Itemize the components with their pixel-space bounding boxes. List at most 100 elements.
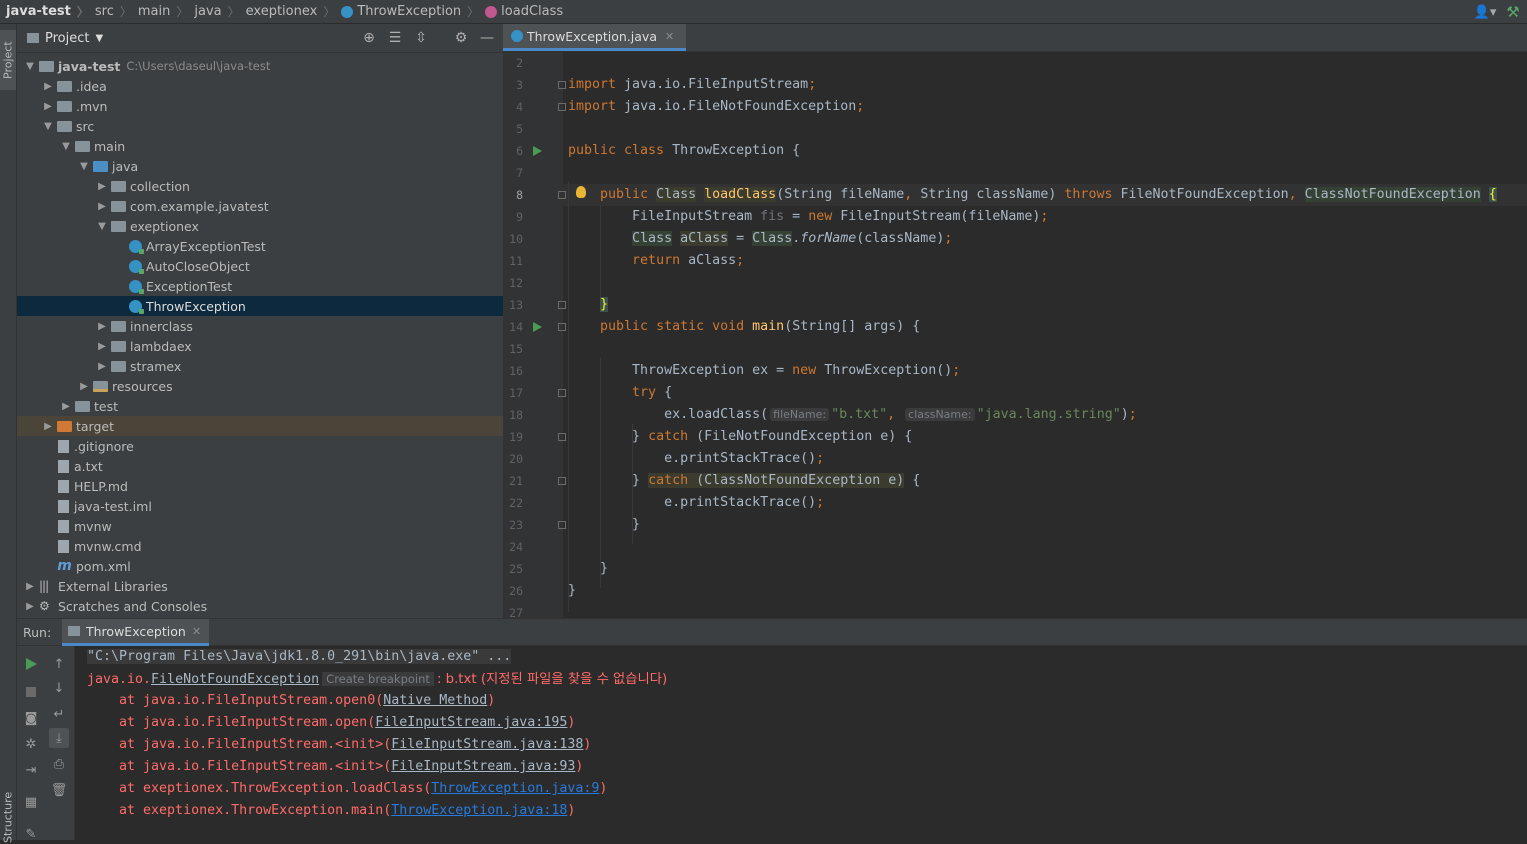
minimize-icon[interactable]: —	[477, 28, 497, 48]
tree-item[interactable]: ▶ target	[17, 416, 503, 436]
print-icon[interactable]: ⎙	[49, 754, 69, 774]
exception-class-link[interactable]: FileNotFoundException	[151, 672, 319, 687]
chevron-right-icon[interactable]: ▶	[95, 321, 109, 332]
chevron-down-icon[interactable]: ▼	[41, 121, 55, 132]
tree-item[interactable]: ▶ ⚙ Scratches and Consoles	[17, 596, 503, 616]
fold-marker-icon[interactable]	[558, 301, 566, 309]
project-view-selector[interactable]: Project ▼	[27, 31, 103, 46]
chevron-right-icon[interactable]: ▶	[95, 361, 109, 372]
trace-source-link[interactable]: ThrowException.java:9	[431, 781, 599, 796]
breadcrumb-main[interactable]: main 〉	[132, 3, 189, 20]
tree-item[interactable]: ▼ exeptionex	[17, 216, 503, 236]
chevron-right-icon[interactable]: ▶	[41, 101, 55, 112]
fold-marker-icon[interactable]	[558, 477, 566, 485]
tree-item[interactable]: ExceptionTest	[17, 276, 503, 296]
chevron-right-icon[interactable]: ▶	[41, 421, 55, 432]
fold-marker-icon[interactable]	[558, 433, 566, 441]
breadcrumb-java[interactable]: java 〉	[188, 3, 239, 20]
fold-marker-icon[interactable]	[558, 521, 566, 529]
create-breakpoint-hint[interactable]: Create breakpoint	[322, 672, 434, 686]
rerun-icon[interactable]	[21, 654, 41, 674]
tree-item[interactable]: ▶ test	[17, 396, 503, 416]
locate-icon[interactable]: ⊕	[359, 28, 379, 48]
tree-item[interactable]: ▶ lambdaex	[17, 336, 503, 356]
tree-item[interactable]: mvnw.cmd	[17, 536, 503, 556]
tree-item[interactable]: java-test.iml	[17, 496, 503, 516]
chevron-down-icon[interactable]: ▼	[95, 221, 109, 232]
breadcrumb-package[interactable]: exeptionex 〉	[240, 3, 336, 20]
fold-marker-icon[interactable]	[558, 389, 566, 397]
tree-item[interactable]: a.txt	[17, 456, 503, 476]
expand-all-icon[interactable]: ☰	[385, 28, 405, 48]
project-tool-tab[interactable]: Project	[0, 30, 16, 90]
chevron-right-icon[interactable]: ▶	[23, 581, 37, 592]
chevron-right-icon[interactable]: ▶	[95, 201, 109, 212]
tree-item[interactable]: ArrayExceptionTest	[17, 236, 503, 256]
camera-icon[interactable]: ◙	[21, 708, 41, 728]
fold-marker-icon[interactable]	[558, 323, 566, 331]
editor-tab-throwexception[interactable]: ThrowException.java ✕	[503, 24, 687, 51]
chevron-right-icon[interactable]: ▶	[59, 401, 73, 412]
chevron-right-icon[interactable]: ▶	[23, 601, 37, 612]
tree-item[interactable]: ▼ java-test C:\Users\daseul\java-test	[17, 56, 503, 76]
tree-item[interactable]: ▶ com.example.javatest	[17, 196, 503, 216]
tree-item[interactable]: .gitignore	[17, 436, 503, 456]
trace-source-link[interactable]: FileInputStream.java:195	[375, 715, 567, 730]
tree-item[interactable]: ▼ src	[17, 116, 503, 136]
tree-item[interactable]: ▶ ||| External Libraries	[17, 576, 503, 596]
chevron-down-icon[interactable]: ▼	[59, 141, 73, 152]
tree-item[interactable]: ▶ innerclass	[17, 316, 503, 336]
fold-marker-icon[interactable]	[558, 81, 566, 89]
login-icon[interactable]: ⇥	[21, 760, 41, 780]
scroll-to-end-icon[interactable]: ⤓	[49, 728, 69, 748]
tree-item[interactable]: ▶ stramex	[17, 356, 503, 376]
trace-source-link[interactable]: FileInputStream.java:138	[391, 737, 583, 752]
gear-icon[interactable]: ⚙	[451, 28, 471, 48]
tree-item[interactable]: ▼ main	[17, 136, 503, 156]
console-output[interactable]: "C:\Program Files\Java\jdk1.8.0_291\bin\…	[85, 646, 1525, 840]
tree-item[interactable]: ThrowException	[17, 296, 503, 316]
tree-item[interactable]: ▼ java	[17, 156, 503, 176]
trace-source-link[interactable]: Native Method	[383, 693, 487, 708]
tree-item[interactable]: m pom.xml	[17, 556, 503, 576]
tree-item[interactable]: HELP.md	[17, 476, 503, 496]
chevron-right-icon[interactable]: ▶	[95, 181, 109, 192]
chevron-down-icon[interactable]: ▼	[77, 161, 91, 172]
arrow-down-icon[interactable]: ↓	[49, 678, 69, 698]
build-hammer-icon[interactable]: ⚒	[1499, 1, 1527, 23]
fold-marker-icon[interactable]	[558, 103, 566, 111]
stop-icon[interactable]	[21, 682, 41, 702]
layout-icon[interactable]: ▦	[21, 792, 41, 812]
tree-item[interactable]: mvnw	[17, 516, 503, 536]
breadcrumb-method[interactable]: loadClass	[479, 4, 563, 19]
breadcrumb-project[interactable]: java-test 〉	[0, 3, 89, 20]
breadcrumb-src[interactable]: src 〉	[89, 3, 132, 20]
run-tab-throwexception[interactable]: ThrowException ✕	[62, 619, 210, 646]
code-area[interactable]: import java.io.FileInputStream; import j…	[503, 52, 1527, 618]
chevron-right-icon[interactable]: ▶	[41, 81, 55, 92]
close-icon[interactable]: ✕	[665, 30, 674, 43]
breadcrumb-class[interactable]: ThrowException 〉	[335, 3, 479, 20]
user-icon[interactable]: 👤▾	[1471, 1, 1499, 23]
fold-marker-icon[interactable]	[558, 191, 566, 199]
structure-tool-tab[interactable]: Structure	[0, 791, 16, 842]
tree-item[interactable]: AutoCloseObject	[17, 256, 503, 276]
soft-wrap-icon[interactable]: ↵	[49, 704, 69, 724]
debug-settings-icon[interactable]: ✲	[21, 734, 41, 754]
collapse-all-icon[interactable]: ⇳	[411, 28, 431, 48]
run-class-icon[interactable]	[533, 146, 542, 156]
tree-item[interactable]: ▶ collection	[17, 176, 503, 196]
close-icon[interactable]: ✕	[192, 625, 201, 638]
pin-icon[interactable]: ✎	[21, 824, 41, 844]
arrow-up-icon[interactable]: ↑	[49, 654, 69, 674]
tree-item[interactable]: ▶ .idea	[17, 76, 503, 96]
tree-item[interactable]: ▶ .mvn	[17, 96, 503, 116]
trash-icon[interactable]: 🗑	[49, 780, 69, 800]
chevron-down-icon[interactable]: ▼	[23, 61, 37, 72]
trace-source-link[interactable]: ThrowException.java:18	[391, 803, 567, 818]
lightbulb-icon[interactable]	[576, 186, 586, 198]
tree-item[interactable]: ▶ resources	[17, 376, 503, 396]
chevron-right-icon[interactable]: ▶	[77, 381, 91, 392]
trace-source-link[interactable]: FileInputStream.java:93	[391, 759, 575, 774]
run-main-icon[interactable]	[533, 322, 542, 332]
